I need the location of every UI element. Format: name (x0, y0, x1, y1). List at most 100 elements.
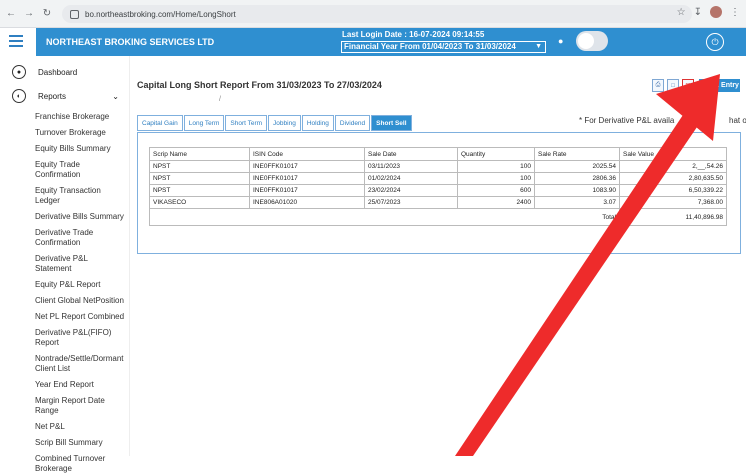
sidebar: ● Dashboard ◐ Reports ⌄ Franchise Broker… (0, 56, 130, 473)
cell-scrip: NPST (149, 184, 250, 197)
cell-qty: 100 (457, 172, 535, 185)
sidebar-subitem[interactable]: Scrip Bill Summary (0, 438, 129, 448)
col-isin-code: ISIN Code (249, 147, 365, 161)
cell-isin: INE0FFK01017 (249, 160, 365, 173)
cell-scrip: NPST (149, 160, 250, 173)
forward-icon[interactable]: → (22, 7, 36, 21)
page-title: Capital Long Short Report From 31/03/202… (137, 80, 382, 90)
user-icon[interactable]: ● (558, 36, 563, 46)
sidebar-item-label: Reports (38, 91, 67, 101)
hamburger-menu-icon[interactable] (9, 35, 23, 47)
sidebar-subitem[interactable]: Derivative P&L Statement (0, 254, 129, 274)
cell-isin: INE0FFK01017 (249, 172, 365, 185)
logout-power-icon[interactable]: ⏻ (706, 33, 724, 51)
stock-entry-button[interactable]: Stock Entry (699, 79, 740, 92)
sidebar-item-dashboard[interactable]: ● Dashboard (0, 60, 129, 84)
chevron-down-icon: ⌄ (112, 91, 119, 101)
table-header-row: Scrip Name ISIN Code Sale Date Quantity … (149, 147, 727, 161)
reports-icon: ◐ (12, 89, 26, 103)
sidebar-subitem[interactable]: Derivative P&L(FIFO) Report (0, 328, 129, 348)
sidebar-subitem[interactable]: Client Global NetPosition (0, 296, 129, 306)
table-row: VIKASECO INE806A01020 25/07/2023 2400 3.… (149, 196, 727, 209)
cell-isin: INE0FFK01017 (249, 184, 365, 197)
url-text: bo.northeastbroking.com/Home/LongShort (85, 9, 236, 19)
sidebar-subitem[interactable]: Net PL Report Combined (0, 312, 129, 322)
tab-long-term[interactable]: Long Term (183, 115, 225, 131)
bookmark-star-icon[interactable]: ☆ (677, 7, 686, 18)
tab-short-sell[interactable]: Short Sell (371, 115, 412, 131)
sidebar-subitem[interactable]: Derivative Trade Confirmation (0, 228, 129, 248)
tab-holding[interactable]: Holding (301, 115, 334, 131)
table-total-row: Total 11,40,896.98 (149, 208, 727, 226)
cell-rate: 3.07 (534, 196, 620, 209)
reload-icon[interactable]: ↻ (40, 7, 54, 21)
col-sale-date: Sale Date (364, 147, 458, 161)
cell-value: 2,80,635.50 (619, 172, 727, 185)
chevron-down-icon: ▼ (535, 43, 542, 50)
cell-scrip: NPST (149, 172, 250, 185)
sidebar-subitem[interactable]: Equity P&L Report (0, 280, 129, 290)
report-tabs: Capital Gain Long Term Short Term Jobbin… (137, 115, 413, 131)
note-text-left: * For Derivative P&L availa (579, 116, 675, 125)
sidebar-subitem[interactable]: Derivative Bills Summary (0, 212, 129, 222)
cell-qty: 2400 (457, 196, 535, 209)
sidebar-subitem[interactable]: Nontrade/Settle/Dormant Client List (0, 354, 129, 374)
cell-scrip: VIKASECO (149, 196, 250, 209)
theme-toggle[interactable] (576, 31, 608, 51)
download-icon[interactable]: ↧ (694, 7, 702, 18)
main-content: Capital Long Short Report From 31/03/202… (137, 56, 746, 456)
sidebar-subitem[interactable]: Net P&L (0, 422, 129, 432)
financial-year-value: Financial Year From 01/04/2023 To 31/03/… (344, 42, 516, 51)
col-sale-value: Sale Value (619, 147, 727, 161)
mail-icon[interactable]: ✉ (682, 79, 694, 92)
app-header: NORTHEAST BROKING SERVICES LTD Last Logi… (0, 28, 746, 56)
back-icon[interactable]: ← (4, 7, 18, 21)
tab-capital-gain[interactable]: Capital Gain (137, 115, 183, 131)
cell-rate: 1083.90 (534, 184, 620, 197)
note-text-right: hat only (729, 116, 746, 125)
tab-short-term[interactable]: Short Term (225, 115, 268, 131)
tab-jobbing[interactable]: Jobbing (268, 115, 301, 131)
col-quantity: Quantity (457, 147, 535, 161)
cell-qty: 100 (457, 160, 535, 173)
sidebar-subitem[interactable]: Turnover Brokerage (0, 128, 129, 138)
reports-submenu: Franchise Brokerage Turnover Brokerage E… (0, 112, 129, 474)
col-sale-rate: Sale Rate (534, 147, 620, 161)
financial-year-select[interactable]: Financial Year From 01/04/2023 To 31/03/… (341, 41, 546, 53)
sidebar-subitem[interactable]: Equity Bills Summary (0, 144, 129, 154)
col-scrip-name: Scrip Name (149, 147, 250, 161)
cell-rate: 2806.36 (534, 172, 620, 185)
sidebar-subitem[interactable]: Combined Turnover Brokerage (0, 454, 129, 474)
pdf-icon[interactable]: □ (667, 79, 679, 92)
cell-value: 6,50,339.22 (619, 184, 727, 197)
sidebar-subitem[interactable]: Margin Report Date Range (0, 396, 129, 416)
sidebar-item-reports[interactable]: ◐ Reports ⌄ (0, 84, 129, 108)
profile-avatar[interactable] (710, 6, 722, 18)
table-row: NPST INE0FFK01017 23/02/2024 600 1083.90… (149, 184, 727, 197)
tab-dividend[interactable]: Dividend (334, 115, 371, 131)
short-sell-table: Scrip Name ISIN Code Sale Date Quantity … (149, 147, 727, 226)
sidebar-item-label: Dashboard (38, 67, 78, 77)
table-row: NPST INE0FFK01017 01/02/2024 100 2806.36… (149, 172, 727, 185)
cell-date: 01/02/2024 (364, 172, 458, 185)
cell-rate: 2025.54 (534, 160, 620, 173)
site-info-icon[interactable] (70, 9, 79, 19)
browser-toolbar: ← → ↻ bo.northeastbroking.com/Home/LongS… (0, 0, 746, 28)
table-row: NPST INE0FFK01017 03/11/2023 100 2025.54… (149, 160, 727, 173)
menu-dots-icon[interactable]: ⋮ (730, 7, 740, 18)
sidebar-subitem[interactable]: Year End Report (0, 380, 129, 390)
cell-isin: INE806A01020 (249, 196, 365, 209)
cell-value: 7,368.00 (619, 196, 727, 209)
print-icon[interactable]: ⎙ (652, 79, 664, 92)
last-login-date: Last Login Date : 16-07-2024 09:14:55 (342, 30, 485, 39)
report-panel: Scrip Name ISIN Code Sale Date Quantity … (137, 132, 741, 254)
sidebar-subitem[interactable]: Equity Trade Confirmation (0, 160, 129, 180)
cell-date: 25/07/2023 (364, 196, 458, 209)
dashboard-user-icon: ● (12, 65, 26, 79)
sidebar-subitem[interactable]: Franchise Brokerage (0, 112, 129, 122)
sidebar-subitem[interactable]: Equity Transaction Ledger (0, 186, 129, 206)
cell-qty: 600 (457, 184, 535, 197)
total-value: 11,40,896.98 (619, 208, 727, 226)
breadcrumb-separator: / (219, 96, 221, 103)
address-bar[interactable]: bo.northeastbroking.com/Home/LongShort (62, 5, 692, 23)
